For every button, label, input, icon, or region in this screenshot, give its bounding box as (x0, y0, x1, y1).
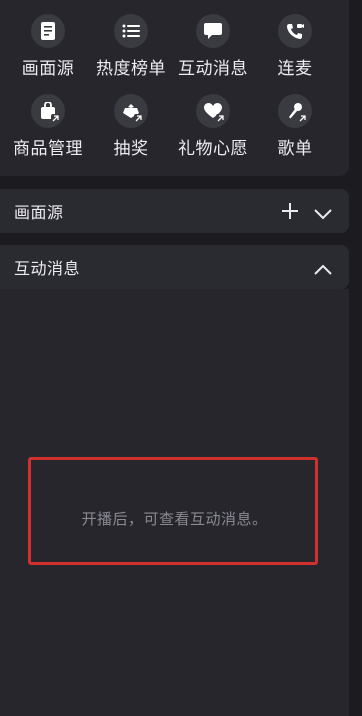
empty-state-text: 开播后，可查看互动消息。 (81, 510, 268, 528)
microphone-icon (278, 94, 312, 128)
right-gutter (349, 0, 362, 716)
tool-hot-ranking[interactable]: 热度榜单 (86, 14, 176, 79)
plus-icon[interactable] (281, 202, 299, 224)
chevron-down-icon[interactable] (314, 205, 332, 224)
shopping-bag-icon (31, 94, 65, 128)
tool-label: 抽奖 (113, 139, 149, 159)
tool-interactive-messages[interactable]: 互动消息 (168, 14, 258, 79)
tool-label: 画面源 (21, 59, 75, 79)
document-icon (31, 14, 65, 48)
tool-label: 连麦 (277, 59, 313, 79)
gift-heart-icon (196, 94, 230, 128)
chat-bubble-icon (196, 14, 230, 48)
interactive-messages-header[interactable]: 互动消息 (0, 245, 349, 289)
tool-song-list[interactable]: 歌单 (250, 94, 340, 159)
tool-product-management[interactable]: 商品管理 (3, 94, 93, 159)
arrow-icon (298, 114, 307, 123)
lottery-icon (114, 94, 148, 128)
tool-label: 礼物心愿 (178, 139, 248, 159)
tool-scene-source[interactable]: 画面源 (3, 14, 93, 79)
tool-lottery[interactable]: 抽奖 (86, 94, 176, 159)
tool-label: 热度榜单 (96, 59, 166, 79)
phone-video-icon (278, 14, 312, 48)
tool-label: 歌单 (277, 139, 313, 159)
arrow-icon (216, 114, 225, 123)
tool-gift-wishlist[interactable]: 礼物心愿 (168, 94, 258, 159)
chevron-up-icon[interactable] (314, 261, 332, 280)
tool-label: 商品管理 (13, 139, 83, 159)
scene-source-title: 画面源 (14, 203, 64, 222)
scene-source-header[interactable]: 画面源 (0, 189, 349, 233)
arrow-icon (51, 114, 60, 123)
tool-label: 互动消息 (178, 59, 248, 79)
interactive-messages-title: 互动消息 (14, 259, 81, 278)
list-icon (114, 14, 148, 48)
arrow-icon (134, 114, 143, 123)
tools-panel: 画面源 热度榜单 互动消息 连麦 商品管理 抽奖 礼物心愿 歌单 (0, 0, 349, 176)
tool-co-host[interactable]: 连麦 (250, 14, 340, 79)
